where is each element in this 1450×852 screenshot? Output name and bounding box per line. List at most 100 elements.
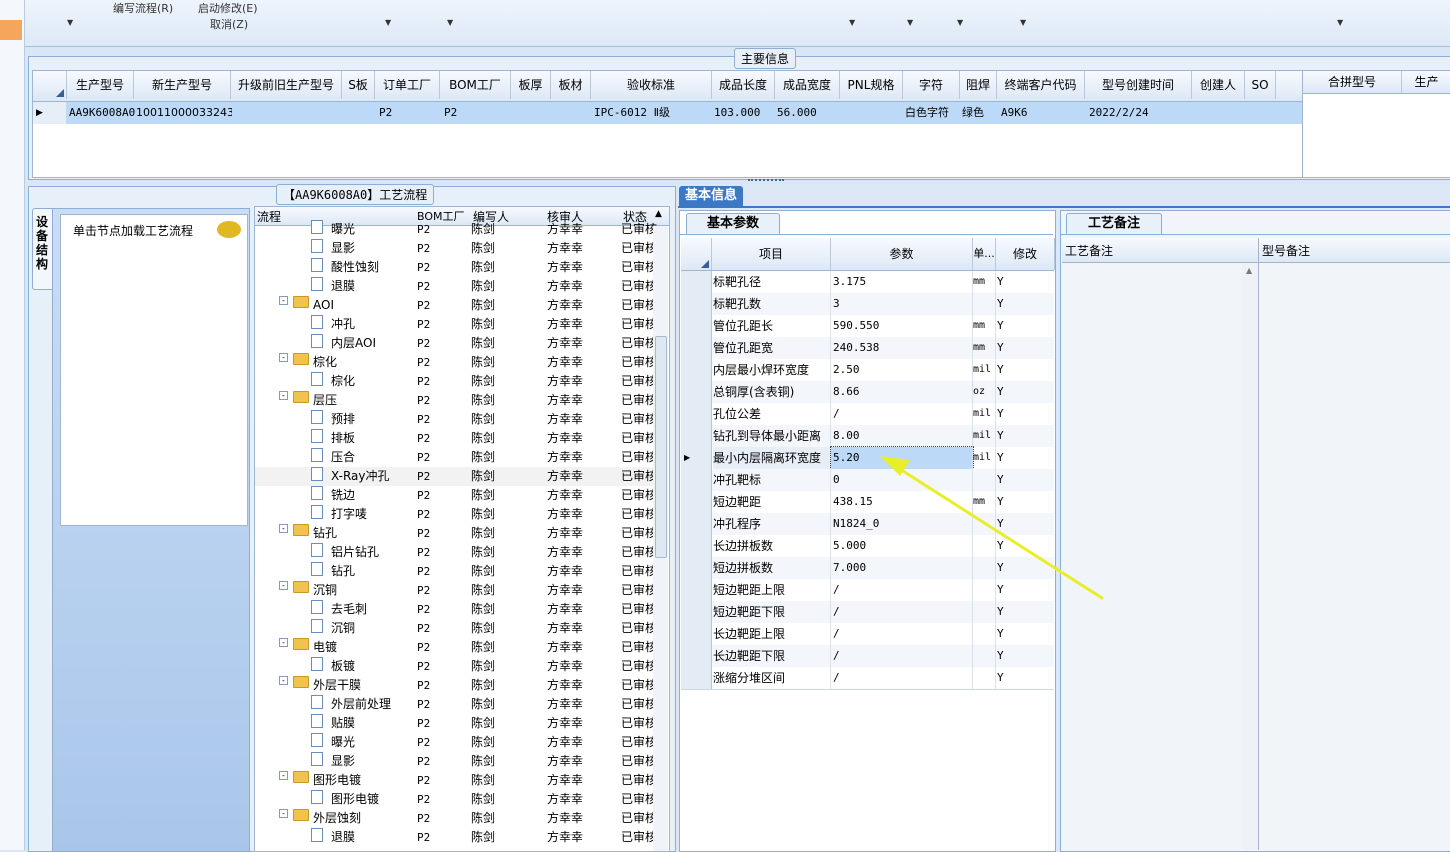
tree-row[interactable]: 打字唛 P2 陈剑 方幸幸 已审核 [255,505,657,524]
dropdown-arrow-icon[interactable]: ▼ [849,18,855,27]
param-modified[interactable]: Y [997,315,1053,337]
col-header[interactable]: 修改 [996,238,1055,270]
tree-row[interactable]: 钻孔 P2 陈剑 方幸幸 已审核 [255,562,657,581]
col-header[interactable]: 生产型号 [67,71,134,99]
param-modified[interactable]: Y [997,293,1053,315]
tree-node-label[interactable]: 沉铜 [331,619,355,638]
col-header[interactable]: 合拼型号 [1303,71,1402,93]
dropdown-arrow-icon[interactable]: ▼ [1337,18,1343,27]
dropdown-arrow-icon[interactable]: ▼ [907,18,913,27]
param-value[interactable]: 3 [831,293,973,315]
collapse-icon[interactable]: - [279,676,288,685]
param-row[interactable]: 孔位公差 / mil Y [681,403,1054,426]
col-header[interactable]: 创建人 [1192,71,1245,99]
cell[interactable] [231,102,343,124]
tree-node-label[interactable]: 钻孔 [313,524,337,543]
col-header[interactable]: 生产 [1402,71,1450,93]
tree-row[interactable]: 排板 P2 陈剑 方幸幸 已审核 [255,429,657,448]
col-header[interactable]: 订单工厂 [375,71,440,99]
tree-row[interactable]: 铣边 P2 陈剑 方幸幸 已审核 [255,486,657,505]
tree-row[interactable]: 图形电镀 P2 陈剑 方幸幸 已审核 [255,790,657,809]
cell[interactable]: IPC-6012 Ⅱ级 [592,102,714,124]
tab-basic-info[interactable]: 基本信息 [679,186,743,206]
tree-node-label[interactable]: 图形电镀 [313,771,361,790]
param-row[interactable]: 长边靶距上限 / Y [681,623,1054,646]
col-header[interactable]: 工艺备注 [1065,242,1113,259]
tree-node-label[interactable]: 曝光 [331,220,355,239]
param-row[interactable]: 内层最小焊环宽度 2.50 mil Y [681,359,1054,382]
tree-row[interactable]: - 钻孔 P2 陈剑 方幸幸 已审核 [255,524,657,543]
tree-node-label[interactable]: 图形电镀 [331,790,379,809]
tree-node-label[interactable]: AOI [313,296,334,315]
tree-row[interactable]: 退膜 P2 陈剑 方幸幸 已审核 [255,277,657,296]
param-modified[interactable]: Y [997,271,1053,293]
param-row[interactable]: 标靶孔径 3.175 mm Y [681,271,1054,294]
collapse-icon[interactable]: - [279,296,288,305]
tree-row[interactable]: 棕化 P2 陈剑 方幸幸 已审核 [255,372,657,391]
tree-row[interactable]: 曝光 P2 陈剑 方幸幸 已审核 [255,733,657,752]
param-row[interactable]: 涨缩分堆区间 / Y [681,667,1054,690]
scroll-up-icon[interactable]: ▲ [1246,266,1252,275]
col-header[interactable]: 新生产型号 [134,71,231,99]
tree-row[interactable]: 酸性蚀刻 P2 陈剑 方幸幸 已审核 [255,258,657,277]
tree-node-label[interactable]: 铣边 [331,486,355,505]
tree-row[interactable]: - 电镀 P2 陈剑 方幸幸 已审核 [255,638,657,657]
col-header[interactable]: 终端客户代码 [997,71,1085,99]
col-header[interactable]: 阻焊 [960,71,997,99]
param-value[interactable]: 590.550 [831,315,973,337]
col-header[interactable]: S板 [342,71,375,99]
col-header[interactable]: 验收标准 [591,71,712,99]
tree-node-label[interactable]: 沉铜 [313,581,337,600]
tree-row[interactable]: 预排 P2 陈剑 方幸幸 已审核 [255,410,657,429]
cell[interactable]: 56.000 [775,102,841,124]
tree-row[interactable]: - 外层蚀刻 P2 陈剑 方幸幸 已审核 [255,809,657,828]
tree-row[interactable]: - AOI P2 陈剑 方幸幸 已审核 [255,296,657,315]
col-header[interactable]: 项目 [712,238,831,270]
grid-corner[interactable] [33,71,67,99]
param-modified[interactable]: Y [997,645,1053,667]
param-modified[interactable]: Y [997,359,1053,381]
col-header[interactable]: PNL规格 [840,71,903,99]
tree-node-label[interactable]: 显影 [331,752,355,771]
tree-row[interactable]: 压合 P2 陈剑 方幸幸 已审核 [255,448,657,467]
collapse-icon[interactable]: - [279,353,288,362]
tree-node-label[interactable]: 板镀 [331,657,355,676]
param-modified[interactable]: Y [997,667,1053,689]
tree-row[interactable]: 冲孔 P2 陈剑 方幸幸 已审核 [255,315,657,334]
col-header[interactable]: 字符 [903,71,960,99]
tree-row[interactable]: 曝光 P2 陈剑 方幸幸 已审核 [255,220,657,239]
cell[interactable] [1245,102,1277,124]
param-value[interactable]: 8.66 [831,381,973,403]
tree-node-label[interactable]: 显影 [331,239,355,258]
tree-row[interactable]: - 沉铜 P2 陈剑 方幸幸 已审核 [255,581,657,600]
dropdown-arrow-icon[interactable]: ▼ [1020,18,1026,27]
tree-row[interactable]: 外层前处理 P2 陈剑 方幸幸 已审核 [255,695,657,714]
tree-node-label[interactable]: 曝光 [331,733,355,752]
tree-node-label[interactable]: 酸性蚀刻 [331,258,379,277]
tree-node-label[interactable]: X-Ray冲孔 [331,467,389,486]
col-header[interactable]: 升级前旧生产型号 [231,71,342,99]
tree-node-label[interactable]: 退膜 [331,277,355,296]
param-value[interactable]: / [831,623,973,645]
tree-row[interactable]: - 层压 P2 陈剑 方幸幸 已审核 [255,391,657,410]
param-value[interactable]: 240.538 [831,337,973,359]
tree-node-label[interactable]: 钻孔 [331,562,355,581]
toolbar-cancel[interactable]: 取消(Z) [210,16,248,32]
collapse-icon[interactable]: - [279,809,288,818]
cell[interactable]: AA9K6008A0 [67,102,135,124]
cell[interactable] [511,102,552,124]
cell[interactable]: 白色字符 [903,102,961,124]
toolbar-write-process[interactable]: 编写流程(R) [113,0,173,16]
tree-node-label[interactable]: 外层前处理 [331,695,391,714]
collapse-icon[interactable]: - [279,771,288,780]
collapse-icon[interactable]: - [279,391,288,400]
param-row[interactable]: 总铜厚(含表铜) 8.66 oz Y [681,381,1054,404]
tree-node-label[interactable]: 内层AOI [331,334,376,353]
tree-row[interactable]: - 图形电镀 P2 陈剑 方幸幸 已审核 [255,771,657,790]
tree-node-label[interactable]: 预排 [331,410,355,429]
main-info-row[interactable]: ▶ AA9K6008A0 10011000033243 P2 P2 IPC-60… [33,102,1303,124]
dropdown-arrow-icon[interactable]: ▼ [67,18,73,27]
tree-row[interactable]: 显影 P2 陈剑 方幸幸 已审核 [255,752,657,771]
col-header[interactable]: 成品宽度 [775,71,840,99]
cell[interactable]: 10011000033243 [134,102,232,124]
